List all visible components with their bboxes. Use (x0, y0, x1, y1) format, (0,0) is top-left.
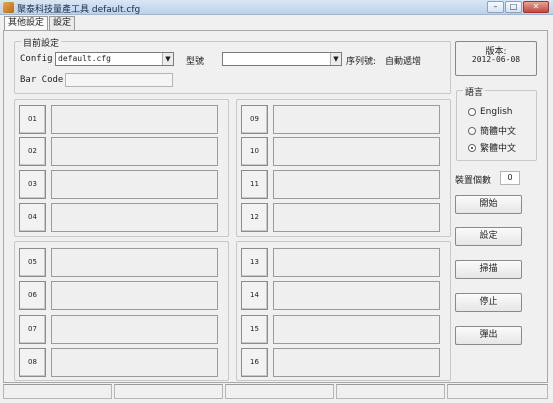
config-dropdown-value: default.cfg (58, 54, 111, 63)
slot-button[interactable]: 02 (19, 137, 46, 166)
barcode-input[interactable] (65, 73, 173, 87)
language-option-label: 繁體中文 (480, 144, 517, 154)
slot-button[interactable]: 07 (19, 315, 46, 344)
slot-status-field (51, 348, 218, 377)
slot-status-field (273, 203, 440, 232)
tab-other-settings[interactable]: 其他設定 (4, 16, 49, 31)
minimize-button[interactable]: – (487, 1, 504, 13)
serial-label: 序列號: (346, 57, 377, 67)
slot-status-field (51, 203, 218, 232)
barcode-label: Bar Code (20, 75, 64, 85)
start-button[interactable]: 開始 (455, 195, 522, 214)
chevron-down-icon: ▼ (162, 53, 173, 65)
config-dropdown[interactable]: default.cfg ▼ (55, 52, 174, 66)
status-cell (447, 384, 548, 399)
tab-settings[interactable]: 設定 (49, 16, 76, 30)
slot-status-field (273, 248, 440, 277)
language-legend: 語言 (463, 85, 486, 98)
radio-selected-icon (468, 143, 476, 152)
slot-status-field (273, 105, 440, 134)
slot-button[interactable]: 13 (241, 248, 268, 277)
status-cell (114, 384, 223, 399)
slot-button[interactable]: 14 (241, 281, 268, 310)
slot-button[interactable]: 05 (19, 248, 46, 277)
status-cell (336, 384, 445, 399)
language-option-simplified-chinese[interactable]: 簡體中文 (468, 124, 516, 137)
config-label: Config (20, 54, 53, 64)
close-button[interactable]: ✕ (523, 1, 549, 13)
device-count-label: 裝置個數 (455, 176, 492, 186)
radio-icon (468, 126, 476, 135)
status-cell (3, 384, 112, 399)
tab-strip: 其他設定 設定 (4, 16, 76, 31)
language-option-english[interactable]: English (468, 107, 513, 117)
slot-button[interactable]: 15 (241, 315, 268, 344)
slot-status-field (273, 281, 440, 310)
slot-status-field (273, 348, 440, 377)
tab-content: 目前設定 Config default.cfg ▼ 型號 ▼ 序列號: 自動遞增… (3, 30, 548, 383)
slot-status-field (51, 248, 218, 277)
slot-button[interactable]: 09 (241, 105, 268, 134)
settings-button[interactable]: 設定 (455, 227, 522, 246)
slot-status-field (51, 315, 218, 344)
slot-button[interactable]: 03 (19, 170, 46, 199)
model-label: 型號 (186, 57, 205, 67)
slot-status-field (51, 105, 218, 134)
maximize-button[interactable]: □ (505, 1, 522, 13)
title-bar: 聚泰科技量產工具 default.cfg – □ ✕ (0, 0, 553, 15)
scan-button[interactable]: 掃描 (455, 260, 522, 279)
language-option-label: English (480, 107, 513, 117)
version-box: 版本: 2012-06-08 (455, 41, 537, 76)
slot-status-field (51, 281, 218, 310)
app-icon (3, 2, 14, 13)
serial-value: 自動遞增 (385, 57, 422, 67)
slot-status-field (273, 315, 440, 344)
device-count-value: 0 (500, 171, 520, 185)
slot-button[interactable]: 12 (241, 203, 268, 232)
slot-status-field (51, 137, 218, 166)
slot-button[interactable]: 04 (19, 203, 46, 232)
eject-button[interactable]: 彈出 (455, 326, 522, 345)
language-option-label: 簡體中文 (480, 127, 517, 137)
window-title: 聚泰科技量產工具 default.cfg (17, 5, 141, 15)
model-dropdown[interactable]: ▼ (222, 52, 342, 66)
slot-button[interactable]: 11 (241, 170, 268, 199)
slot-button[interactable]: 01 (19, 105, 46, 134)
version-date: 2012-06-08 (471, 55, 521, 64)
current-settings-legend: 目前設定 (21, 36, 62, 49)
radio-icon (468, 108, 476, 116)
slot-button[interactable]: 08 (19, 348, 46, 377)
status-bar (3, 384, 548, 399)
stop-button[interactable]: 停止 (455, 293, 522, 312)
slot-button[interactable]: 06 (19, 281, 46, 310)
slot-button[interactable]: 10 (241, 137, 268, 166)
chevron-down-icon: ▼ (330, 53, 341, 65)
language-option-traditional-chinese[interactable]: 繁體中文 (468, 141, 516, 154)
current-settings-group: 目前設定 Config default.cfg ▼ 型號 ▼ 序列號: 自動遞增… (14, 36, 451, 94)
slot-status-field (273, 170, 440, 199)
slot-button[interactable]: 16 (241, 348, 268, 377)
status-cell (225, 384, 334, 399)
slot-status-field (51, 170, 218, 199)
slot-status-field (273, 137, 440, 166)
